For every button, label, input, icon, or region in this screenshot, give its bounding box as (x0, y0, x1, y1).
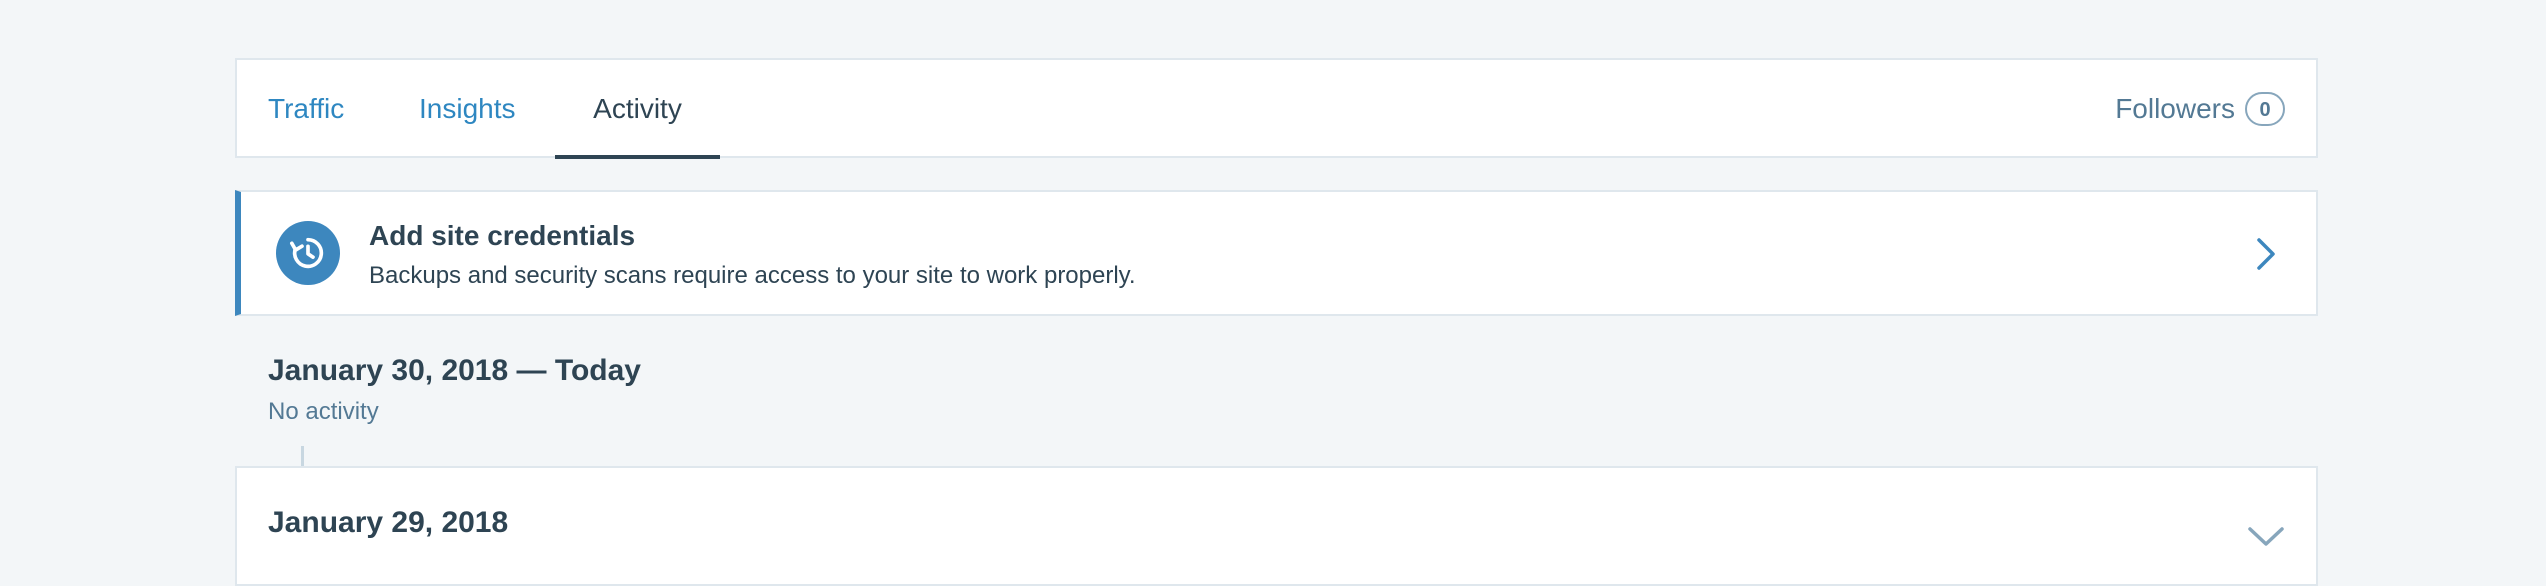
activity-day-title: January 30, 2018 — Today (268, 354, 641, 387)
tab-insights[interactable]: Insights (419, 60, 516, 158)
section-nav: Traffic Insights Activity Followers 0 (235, 58, 2318, 159)
followers-link[interactable]: Followers 0 (2115, 60, 2285, 158)
banner-description: Backups and security scans require acces… (369, 262, 1136, 289)
history-icon (276, 221, 340, 285)
tab-activity[interactable]: Activity (555, 60, 720, 159)
followers-count-badge: 0 (2245, 92, 2285, 126)
activity-day-title: January 29, 2018 (268, 506, 509, 539)
stats-content: Traffic Insights Activity Followers 0 Ad… (235, 58, 2318, 586)
banner-title: Add site credentials (369, 220, 636, 251)
activity-day-subtitle: No activity (268, 398, 379, 425)
tab-traffic[interactable]: Traffic (268, 60, 344, 158)
chevron-right-icon[interactable] (2254, 236, 2278, 272)
followers-label: Followers (2115, 93, 2235, 124)
activity-day-today: January 30, 2018 — Today No activity (235, 316, 2318, 466)
activity-day-card: January 29, 2018 (235, 466, 2318, 586)
timeline-connector (301, 446, 304, 466)
site-credentials-banner[interactable]: Add site credentials Backups and securit… (235, 190, 2318, 316)
chevron-down-icon[interactable] (2246, 524, 2286, 548)
